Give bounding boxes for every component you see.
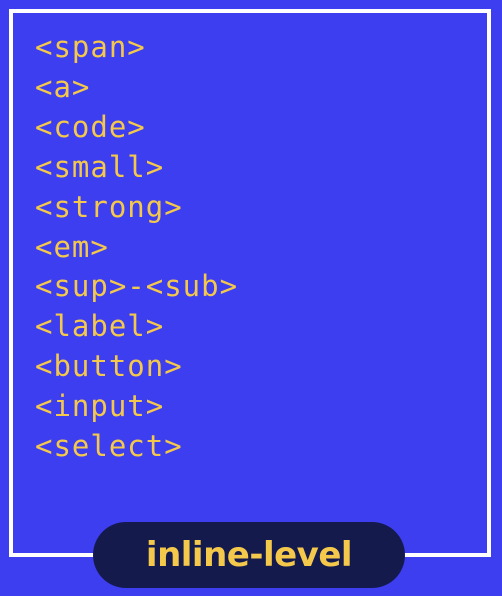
tag-sup-sub: <sup>-<sub> — [35, 269, 239, 304]
tag-small: <small> — [35, 149, 165, 184]
tag-strong: <strong> — [35, 189, 183, 224]
tag-label: <label> — [35, 309, 165, 344]
tag-button: <button> — [35, 349, 183, 384]
tag-input: <input> — [35, 389, 165, 424]
tag-list: <span> <a> <code> <small> <strong> <em> … — [35, 28, 238, 467]
slide: <span> <a> <code> <small> <strong> <em> … — [0, 0, 502, 596]
tag-a: <a> — [35, 69, 91, 104]
inline-level-badge: inline-level — [93, 522, 405, 588]
tag-span: <span> — [35, 30, 146, 64]
tag-em: <em> — [35, 229, 109, 264]
tag-select: <select> — [35, 429, 183, 464]
badge-label: inline-level — [145, 535, 353, 575]
tag-code: <code> — [35, 109, 146, 144]
